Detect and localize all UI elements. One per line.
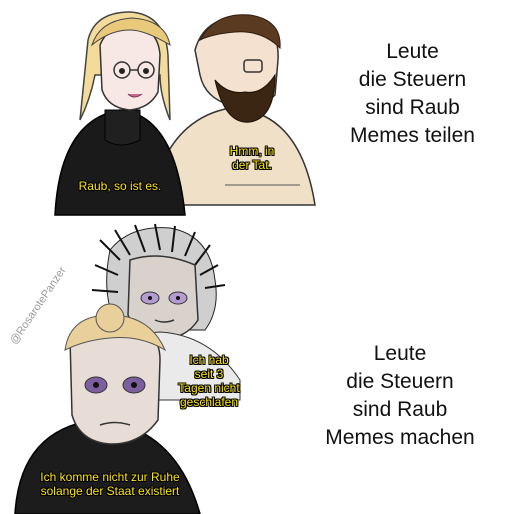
woman-caption: Raub, so ist es. xyxy=(78,179,162,193)
bottom-panel-label: Leute die Steuern sind Raub Memes machen xyxy=(325,342,475,449)
front-caption: Ich komme nicht zur Ruhe solange der Sta… xyxy=(40,470,180,498)
top-panel-label: Leute die Steuern sind Raub Memes teilen xyxy=(350,40,475,147)
bottom-panel: @RosarotePanzer Ich hab seit 3 Tagen nic… xyxy=(0,220,514,514)
man-caption: Hmm, in der Tat. xyxy=(229,144,275,172)
tired-caption: Ich hab seit 3 Tagen nicht geschlafen xyxy=(178,353,240,409)
top-panel: Raub, so ist es. Hmm, in der Tat. Leute … xyxy=(0,0,514,220)
